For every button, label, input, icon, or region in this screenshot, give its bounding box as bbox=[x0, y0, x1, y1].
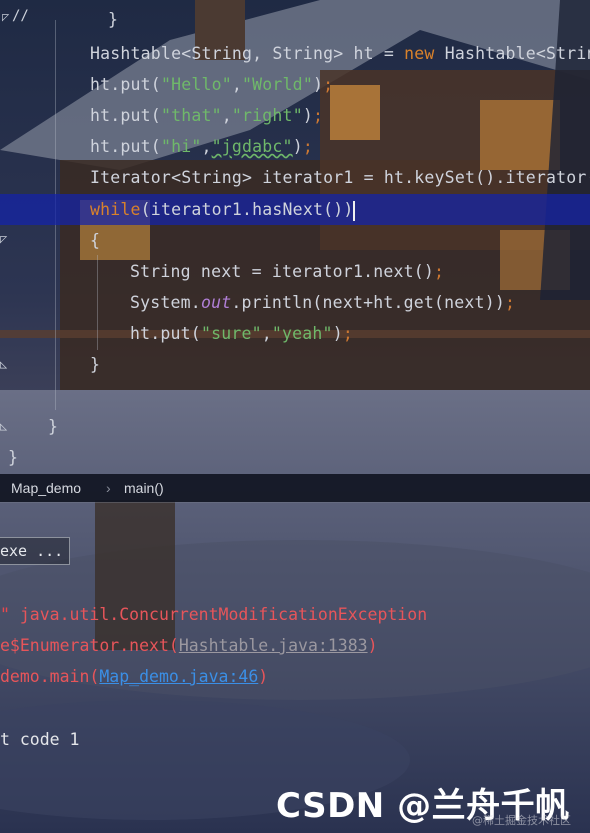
code-line[interactable]: ht.put("hi","jgdabc"); bbox=[90, 131, 313, 162]
code-line[interactable]: Hashtable<String, String> ht = new Hasht… bbox=[90, 38, 590, 69]
stacktrace-link[interactable]: Hashtable.java:1383 bbox=[179, 636, 368, 655]
console-line: " java.util.ConcurrentModificationExcept… bbox=[0, 605, 428, 624]
code-line-current[interactable]: while(iterator1.hasNext()) bbox=[90, 194, 356, 225]
gutter-fold-marker[interactable]: ◺ bbox=[0, 357, 7, 371]
breadcrumb-class[interactable]: Map_demo bbox=[11, 474, 81, 502]
gutter-fold-marker[interactable]: ◺ bbox=[0, 419, 7, 433]
breadcrumb-method[interactable]: main() bbox=[124, 474, 164, 502]
code-editor[interactable]: ◸ // ◸ ◺ ◺ } Hashtable<String, String> h… bbox=[0, 0, 590, 475]
text-cursor bbox=[353, 200, 356, 221]
code-line[interactable]: System.out.println(next+ht.get(next)); bbox=[130, 287, 515, 318]
code-line[interactable]: ht.put("that","right"); bbox=[90, 100, 323, 131]
comment-marker: // bbox=[12, 8, 29, 24]
code-line[interactable]: } bbox=[108, 4, 118, 35]
gutter-fold-marker[interactable]: ◸ bbox=[2, 10, 9, 24]
code-line[interactable]: { bbox=[90, 225, 100, 256]
chevron-right-icon: › bbox=[106, 480, 111, 496]
console-line: e$Enumerator.next(Hashtable.java:1383) bbox=[0, 636, 378, 655]
code-line[interactable]: ht.put("Hello","World"); bbox=[90, 69, 333, 100]
code-line[interactable]: } bbox=[8, 442, 18, 473]
gutter-fold-marker[interactable]: ◸ bbox=[0, 232, 7, 246]
code-line[interactable]: Iterator<String> iterator1 = ht.keySet()… bbox=[90, 162, 590, 193]
breadcrumb: Map_demo › main() bbox=[0, 474, 590, 502]
console-exit-line: t code 1 bbox=[0, 730, 80, 749]
code-line[interactable]: ht.put("sure","yeah"); bbox=[130, 318, 353, 349]
console-line: demo.main(Map_demo.java:46) bbox=[0, 667, 269, 686]
watermark-subtext: @稀土掘金技术社区 bbox=[472, 814, 571, 827]
panel-divider bbox=[0, 502, 590, 503]
indent-guide bbox=[97, 255, 98, 350]
code-line[interactable]: } bbox=[90, 349, 100, 380]
run-command-label[interactable]: exe ... bbox=[0, 537, 70, 565]
stacktrace-link[interactable]: Map_demo.java:46 bbox=[99, 667, 258, 686]
code-line[interactable]: String next = iterator1.next(); bbox=[130, 256, 444, 287]
code-line[interactable]: } bbox=[48, 411, 58, 442]
